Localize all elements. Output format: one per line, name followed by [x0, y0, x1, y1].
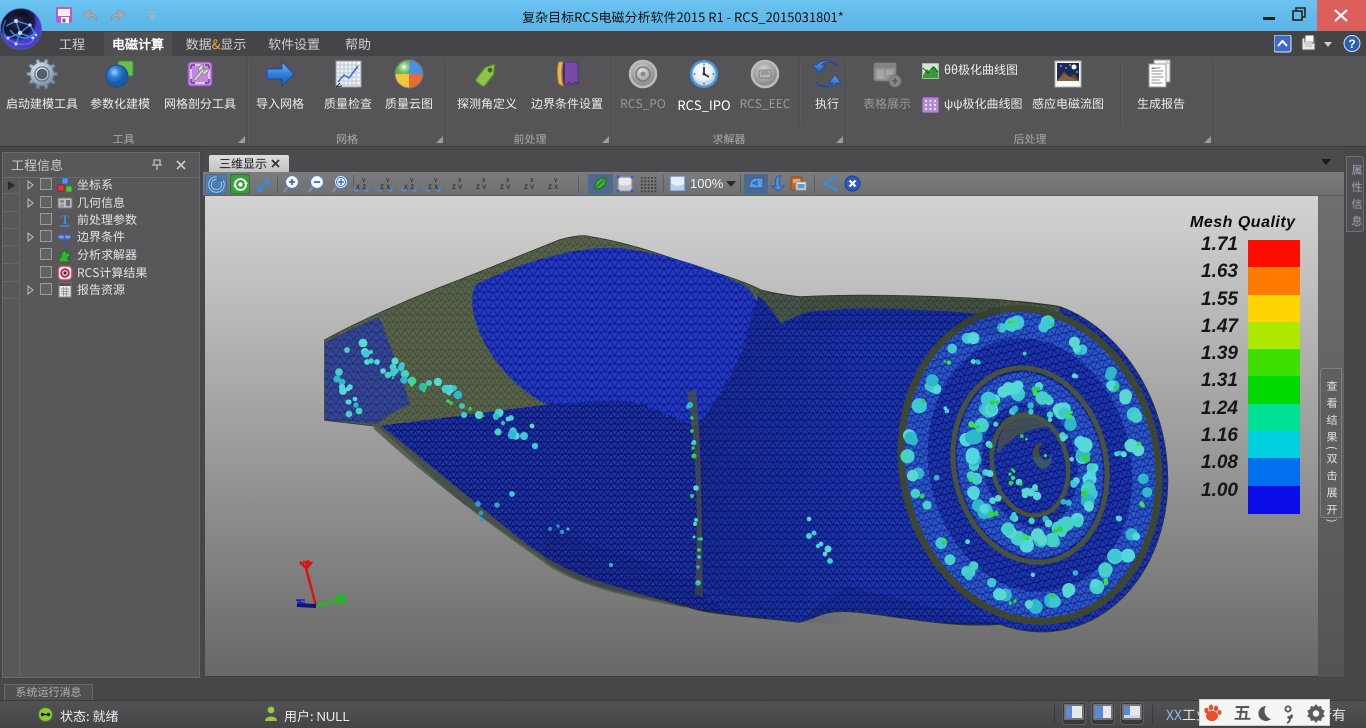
svg-text:x: x	[506, 177, 510, 184]
svg-text:x: x	[482, 177, 486, 184]
svg-text:v: v	[410, 177, 414, 184]
svg-text:五: 五	[1234, 702, 1251, 724]
svg-text:v: v	[362, 177, 366, 184]
svg-text:v: v	[386, 177, 390, 184]
svg-text:x: x	[458, 177, 462, 184]
svg-text:x: x	[530, 177, 534, 184]
svg-text:?: ?	[1348, 37, 1355, 51]
svg-text:v: v	[554, 177, 558, 184]
svg-text:v: v	[434, 177, 438, 184]
svg-text:T: T	[61, 212, 70, 227]
